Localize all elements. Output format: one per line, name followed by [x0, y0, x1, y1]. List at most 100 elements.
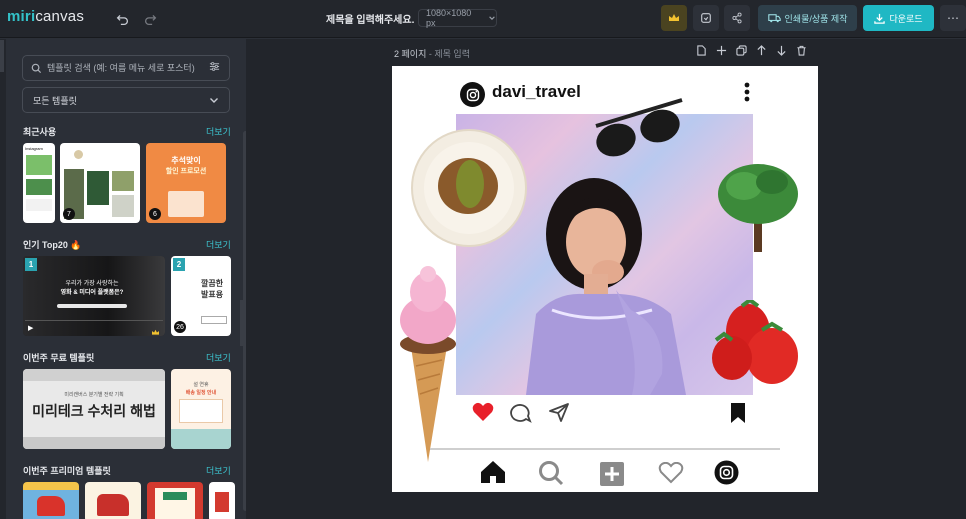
thumb-text: 미리테크 수처리 해법 — [32, 403, 156, 419]
section-title-top20: 인기 Top20 🔥 — [23, 240, 82, 250]
cookie-plate-sticker[interactable] — [410, 128, 528, 248]
trash-icon[interactable] — [796, 45, 807, 59]
section-title-free: 이번주 무료 템플릿 — [23, 353, 95, 363]
move-down-icon[interactable] — [776, 45, 787, 59]
filter-sliders-icon[interactable] — [209, 61, 220, 75]
instagram-username[interactable]: davi_travel — [492, 82, 581, 102]
instagram-logo-icon[interactable] — [460, 82, 485, 107]
thumb-calendar — [179, 399, 223, 423]
thumb-text: 할인 프로모션 — [165, 168, 207, 175]
usage-count-badge: 26 — [174, 321, 186, 333]
heart-filled-icon[interactable] — [472, 402, 494, 422]
thumb-torn-edge — [23, 437, 165, 449]
share-button[interactable] — [724, 5, 750, 31]
premium-template-thumb-3[interactable] — [147, 482, 203, 519]
crown-icon — [669, 14, 679, 21]
premium-template-thumb-1[interactable] — [23, 482, 79, 519]
template-search-input[interactable] — [47, 63, 207, 73]
template-category-select[interactable]: 모든 템플릿 — [22, 87, 230, 113]
thumb-text: 미리캔버스 분기별 전략 기획 — [64, 392, 124, 398]
page-toolbar — [696, 45, 807, 59]
comment-icon[interactable] — [510, 403, 532, 423]
ellipsis-icon: ⋯ — [947, 11, 959, 25]
thumb-text: 우리가 가장 사랑하는 — [65, 281, 119, 287]
recent-template-thumb-2[interactable]: 7 — [60, 143, 140, 223]
home-icon[interactable] — [480, 460, 506, 484]
document-title[interactable]: 제목을 입력해주세요. — [326, 11, 414, 26]
thumb-horse — [97, 494, 129, 516]
strawberries-sticker[interactable] — [702, 300, 806, 388]
canvas-size-selector[interactable]: 1080×1080 px — [418, 8, 497, 28]
thumb-landscape — [171, 429, 231, 449]
new-page-icon[interactable] — [696, 45, 707, 59]
canvas-size-value: 1080×1080 px — [426, 8, 472, 28]
recent-template-thumb-1[interactable]: Instagram — [23, 143, 55, 223]
design-page[interactable]: davi_travel — [392, 66, 818, 492]
crown-icon — [151, 323, 160, 336]
thumb-torn-edge — [23, 369, 165, 381]
thumb-avatar — [74, 150, 83, 159]
sunglasses-sticker[interactable] — [590, 96, 690, 162]
kebab-menu-icon[interactable] — [744, 82, 750, 107]
free-template-thumb-2[interactable]: 설 연휴 배송 일정 안내 — [171, 369, 231, 449]
page-label: 2 페이지 - 제목 입력 — [394, 47, 470, 60]
save-status-button[interactable] — [693, 5, 719, 31]
top-template-thumb-1[interactable]: 1 우리가 가장 사랑하는 영화 & 미디어 플랫폼은? ▶ — [23, 256, 165, 336]
chevron-down-icon — [210, 98, 218, 103]
more-link-top20[interactable]: 더보기 — [206, 238, 231, 251]
more-menu-button[interactable]: ⋯ — [940, 5, 966, 31]
thumb-text: 설 연휴 — [193, 382, 209, 388]
thumb-image — [215, 492, 229, 512]
recent-template-thumb-3[interactable]: 추석맞이 할인 프로모션 6 — [146, 143, 226, 223]
premium-crown-button[interactable] — [661, 5, 687, 31]
rank-badge: 2 — [173, 258, 185, 271]
thumb-text: 깔끔한 — [201, 279, 224, 288]
thumb-progress — [25, 320, 163, 321]
premium-template-thumb-2[interactable] — [85, 482, 141, 519]
print-product-button[interactable]: 인쇄물/상품 제작 — [758, 5, 857, 31]
share-icon — [732, 12, 742, 24]
more-link-free[interactable]: 더보기 — [206, 351, 231, 364]
thumb-text: 발표용 — [201, 290, 224, 299]
chevron-down-icon — [489, 16, 495, 20]
template-sidebar: 모든 템플릿 최근사용 더보기 Instagram 7 추석맞이 할인 프로모션… — [6, 39, 246, 519]
thumb-image — [87, 171, 109, 205]
rail-active-marker — [0, 40, 4, 72]
redo-icon[interactable] — [141, 10, 159, 28]
template-search[interactable] — [22, 55, 230, 81]
add-page-icon[interactable] — [716, 45, 727, 59]
top-bar: miricanvas 제목을 입력해주세요. 1080×1080 px 인쇄물/… — [0, 0, 966, 38]
top-template-thumb-2[interactable]: 2 깔끔한 발표용 26 — [171, 256, 231, 336]
profile-instagram-icon[interactable] — [714, 460, 739, 485]
premium-template-thumb-4[interactable] — [209, 482, 235, 519]
add-post-icon[interactable] — [599, 462, 625, 486]
thumb-image — [26, 155, 52, 175]
undo-icon[interactable] — [113, 10, 131, 28]
play-icon: ▶ — [28, 325, 34, 332]
print-label: 인쇄물/상품 제작 — [784, 13, 848, 24]
usage-count-badge: 7 — [63, 208, 75, 220]
free-template-thumb-1[interactable]: 미리캔버스 분기별 전략 기획 미리테크 수처리 해법 — [23, 369, 165, 449]
tree-sticker[interactable] — [714, 160, 804, 252]
thumb-image — [26, 179, 52, 195]
thumb-text: 영화 & 미디어 플랫폼은? — [60, 290, 124, 296]
search-icon — [31, 63, 42, 73]
thumb-image — [112, 171, 134, 191]
heart-outline-icon[interactable] — [658, 462, 684, 484]
download-button[interactable]: 다운로드 — [863, 5, 934, 31]
send-icon[interactable] — [548, 402, 570, 422]
app-logo[interactable]: miricanvas — [7, 8, 84, 25]
more-link-premium[interactable]: 더보기 — [206, 464, 231, 477]
more-link-recent[interactable]: 더보기 — [206, 125, 231, 138]
logo-product: canvas — [35, 8, 85, 25]
search-icon[interactable] — [538, 460, 564, 486]
thumb-number — [163, 492, 187, 500]
bookmark-icon[interactable] — [729, 402, 747, 424]
move-up-icon[interactable] — [756, 45, 767, 59]
logo-brand: miri — [7, 8, 36, 25]
duplicate-page-icon[interactable] — [736, 45, 747, 59]
page-title-input[interactable]: 제목 입력 — [434, 49, 470, 59]
thumb-image — [23, 256, 165, 336]
ice-cream-sticker[interactable] — [396, 266, 460, 462]
thumb-gift-image — [168, 191, 204, 217]
